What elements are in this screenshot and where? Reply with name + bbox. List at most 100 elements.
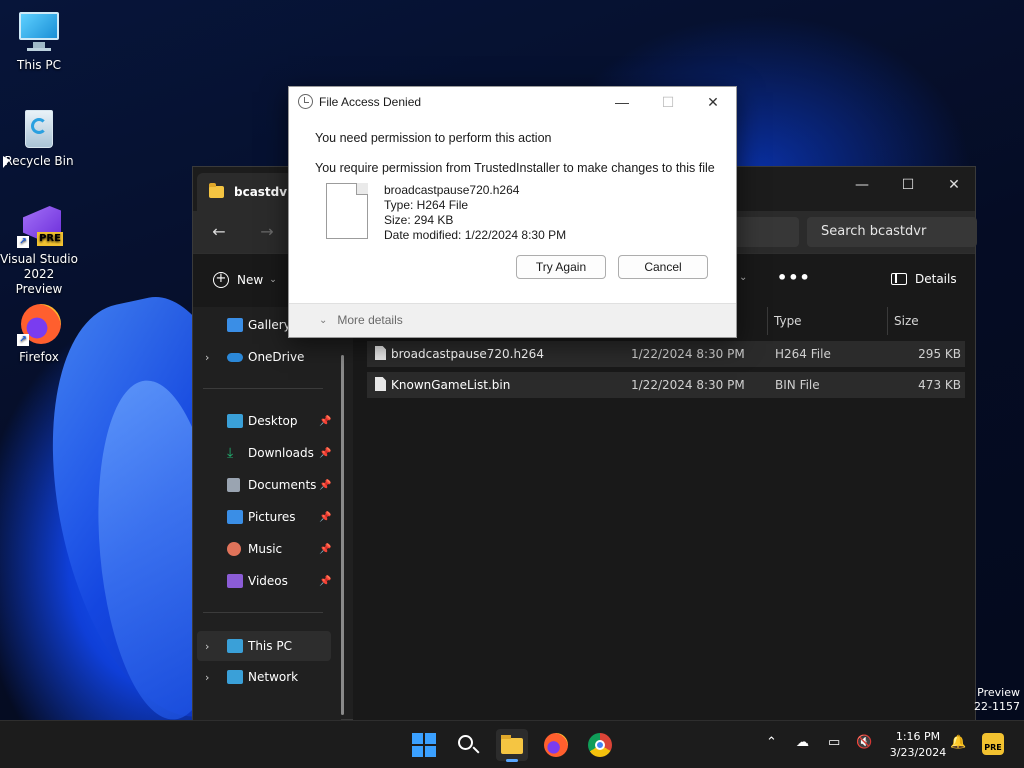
dialog-message-secondary: You require permission from TrustedInsta… bbox=[315, 161, 715, 175]
network-icon[interactable]: ▭ bbox=[828, 735, 840, 750]
sidebar-item-music[interactable]: Music 📌 bbox=[193, 535, 333, 563]
new-label: New bbox=[237, 273, 264, 287]
more-details-toggle[interactable]: ⌄ More details bbox=[319, 313, 403, 327]
sidebar-item-label: Network bbox=[248, 670, 299, 684]
music-icon bbox=[227, 542, 241, 556]
chevron-down-icon[interactable]: ⌄ bbox=[739, 272, 747, 283]
desktop-icon-label: Visual Studio 2022 Preview bbox=[0, 252, 78, 296]
forward-arrow-icon[interactable]: → bbox=[253, 219, 281, 245]
sidebar-item-label: Gallery bbox=[248, 318, 291, 332]
sidebar-item-label: Pictures bbox=[248, 510, 296, 524]
tab-title: bcastdvr bbox=[233, 185, 293, 199]
file-type: Type: H264 File bbox=[384, 198, 469, 212]
chevron-right-icon[interactable]: › bbox=[205, 640, 209, 653]
search-input[interactable]: Search bcastdvr bbox=[807, 217, 977, 247]
sidebar-item-desktop[interactable]: Desktop 📌 bbox=[193, 407, 333, 435]
chrome-icon[interactable] bbox=[584, 729, 616, 761]
onedrive-offline-icon[interactable]: ☁ bbox=[796, 735, 809, 750]
pin-icon: 📌 bbox=[319, 447, 332, 459]
navigation-pane: Gallery › OneDrive Desktop 📌 ⤓ Downloads… bbox=[193, 307, 341, 721]
videos-icon bbox=[227, 574, 243, 588]
file-size: 295 KB bbox=[918, 347, 961, 361]
watermark-line: Preview bbox=[977, 686, 1020, 699]
file-date-modified: Date modified: 1/22/2024 8:30 PM bbox=[384, 228, 567, 242]
download-icon: ⤓ bbox=[227, 445, 234, 461]
folder-icon bbox=[209, 183, 224, 198]
maximize-button[interactable]: ☐ bbox=[885, 171, 931, 199]
file-explorer-taskbar-button[interactable] bbox=[496, 729, 528, 762]
column-header-size[interactable]: Size bbox=[887, 307, 967, 335]
speaker-muted-icon[interactable]: 🔇 bbox=[856, 735, 872, 750]
close-button[interactable]: ✕ bbox=[931, 171, 977, 199]
details-button[interactable]: Details bbox=[891, 272, 957, 286]
sidebar-item-downloads[interactable]: ⤓ Downloads 📌 bbox=[193, 439, 333, 467]
desktop-icon bbox=[227, 414, 243, 428]
more-options-button[interactable]: ••• bbox=[777, 268, 811, 287]
table-row[interactable]: KnownGameList.bin 1/22/2024 8:30 PM BIN … bbox=[367, 372, 965, 398]
watermark-line: 22-1157 bbox=[974, 700, 1020, 713]
file-name: broadcastpause720.h264 bbox=[384, 183, 520, 197]
tab-bcastdvr[interactable]: bcastdvr bbox=[197, 173, 293, 211]
new-button[interactable]: + New ⌄ bbox=[213, 272, 277, 288]
sidebar-item-onedrive[interactable]: › OneDrive bbox=[193, 343, 333, 371]
sidebar-item-pictures[interactable]: Pictures 📌 bbox=[193, 503, 333, 531]
table-row[interactable]: broadcastpause720.h264 1/22/2024 8:30 PM… bbox=[367, 341, 965, 367]
visual-studio-icon: PRE ↗ bbox=[17, 204, 63, 248]
pictures-icon bbox=[227, 510, 243, 524]
chevron-up-icon[interactable]: ⌃ bbox=[766, 735, 777, 750]
sidebar-item-videos[interactable]: Videos 📌 bbox=[193, 567, 333, 595]
firefox-icon: ↗ bbox=[17, 302, 61, 346]
plus-icon: + bbox=[213, 272, 229, 288]
copilot-preview-icon[interactable]: PRE bbox=[982, 733, 1004, 755]
gallery-icon bbox=[227, 318, 243, 332]
desktop-icon-label: This PC bbox=[17, 58, 61, 72]
desktop-icon-recycle-bin[interactable]: Recycle Bin bbox=[0, 106, 78, 169]
dialog-body: You need permission to perform this acti… bbox=[289, 117, 736, 303]
file-type: BIN File bbox=[775, 378, 820, 392]
sidebar-item-label: Music bbox=[248, 542, 283, 556]
clock-time[interactable]: 1:16 PM bbox=[880, 730, 956, 743]
notification-bell-icon[interactable]: 🔔 bbox=[950, 735, 966, 750]
dialog-title: File Access Denied bbox=[319, 95, 422, 109]
sidebar-scrollbar[interactable] bbox=[341, 355, 344, 715]
file-date: 1/22/2024 8:30 PM bbox=[631, 347, 745, 361]
chevron-right-icon[interactable]: › bbox=[205, 351, 209, 364]
sidebar-item-this-pc[interactable]: › This PC bbox=[197, 631, 331, 661]
documents-icon bbox=[227, 478, 240, 492]
column-header-type[interactable]: Type bbox=[767, 307, 887, 335]
desktop-icon-this-pc[interactable]: This PC bbox=[0, 10, 78, 73]
pin-icon: 📌 bbox=[319, 415, 332, 427]
minimize-button[interactable]: — bbox=[599, 87, 645, 117]
onedrive-icon bbox=[227, 353, 243, 362]
back-arrow-icon[interactable]: ← bbox=[205, 219, 233, 245]
start-button[interactable] bbox=[408, 729, 440, 761]
details-pane-icon bbox=[891, 273, 907, 285]
sidebar-item-label: Documents bbox=[248, 478, 317, 492]
dialog-footer: ⌄ More details bbox=[289, 303, 736, 337]
sidebar-item-label: This PC bbox=[248, 639, 292, 653]
chevron-right-icon[interactable]: › bbox=[205, 671, 209, 684]
maximize-button: ☐ bbox=[661, 94, 675, 110]
this-pc-icon bbox=[227, 639, 243, 653]
file-list-pane[interactable]: Type Size broadcastpause720.h264 1/22/20… bbox=[353, 307, 975, 721]
clock-date[interactable]: 3/23/2024 bbox=[880, 746, 956, 759]
firefox-icon[interactable] bbox=[540, 729, 572, 761]
desktop-icon-firefox[interactable]: ↗ Firefox bbox=[0, 302, 78, 365]
file-icon bbox=[375, 377, 386, 391]
shortcut-arrow-icon: ↗ bbox=[17, 236, 29, 248]
desktop-icon-visual-studio[interactable]: PRE ↗ Visual Studio 2022 Preview bbox=[0, 204, 78, 297]
chevron-down-icon: ⌄ bbox=[269, 275, 277, 285]
close-button[interactable]: ✕ bbox=[690, 87, 736, 117]
search-icon[interactable] bbox=[452, 729, 484, 761]
dialog-titlebar[interactable]: File Access Denied — ☐ ✕ bbox=[289, 87, 736, 117]
sidebar-item-label: OneDrive bbox=[248, 350, 305, 364]
try-again-button[interactable]: Try Again bbox=[516, 255, 606, 279]
cancel-button[interactable]: Cancel bbox=[618, 255, 708, 279]
minimize-button[interactable]: — bbox=[839, 171, 885, 199]
address-bar[interactable] bbox=[733, 217, 799, 247]
pin-icon: 📌 bbox=[319, 543, 332, 555]
file-access-denied-dialog[interactable]: File Access Denied — ☐ ✕ You need permis… bbox=[288, 86, 737, 338]
sidebar-item-documents[interactable]: Documents 📌 bbox=[193, 471, 333, 499]
sidebar-item-network[interactable]: › Network bbox=[193, 663, 333, 691]
clock-icon bbox=[298, 94, 313, 109]
